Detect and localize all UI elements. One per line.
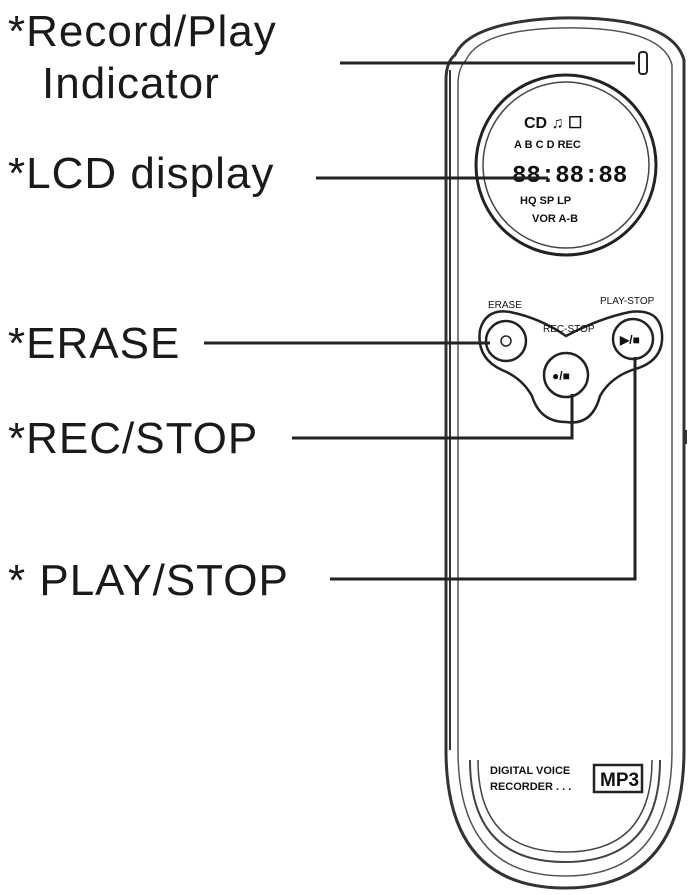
lcd-row-4: HQ SP LP <box>520 195 571 207</box>
rec-stop-button[interactable]: ●/■ <box>542 351 590 399</box>
branding-line-1: DIGITAL VOICE <box>490 765 570 777</box>
lcd-row-5: VOR A-B <box>532 213 578 225</box>
lcd-row-2: A B C D REC <box>514 139 581 151</box>
mp3-logo: MP3 <box>600 770 639 791</box>
device-body-inner-outline <box>457 27 673 877</box>
record-play-indicator-led <box>638 51 648 75</box>
erase-button-ring[interactable] <box>484 319 528 363</box>
branding-line-2: RECORDER . . . <box>490 781 571 793</box>
erase-button-label: ERASE <box>488 300 522 311</box>
erase-button[interactable] <box>484 319 528 363</box>
leader-play-stop <box>330 357 637 581</box>
play-stop-button-glyph: ▶/■ <box>619 333 640 347</box>
leader-rec-stop <box>292 394 574 440</box>
play-stop-button[interactable]: ▶/■ <box>611 317 655 361</box>
rec-stop-button-glyph: ●/■ <box>552 369 570 383</box>
diagram: *Record/Play Indicator *LCD display *ERA… <box>0 0 692 895</box>
play-stop-button-label: PLAY-STOP <box>600 296 655 307</box>
rec-stop-button-label: REC-STOP <box>543 324 595 335</box>
device-drawing: CD ♫ ☐ A B C D REC 88:88:88 HQ SP LP VOR… <box>204 16 687 890</box>
lcd-row-1: CD ♫ ☐ <box>524 115 582 132</box>
